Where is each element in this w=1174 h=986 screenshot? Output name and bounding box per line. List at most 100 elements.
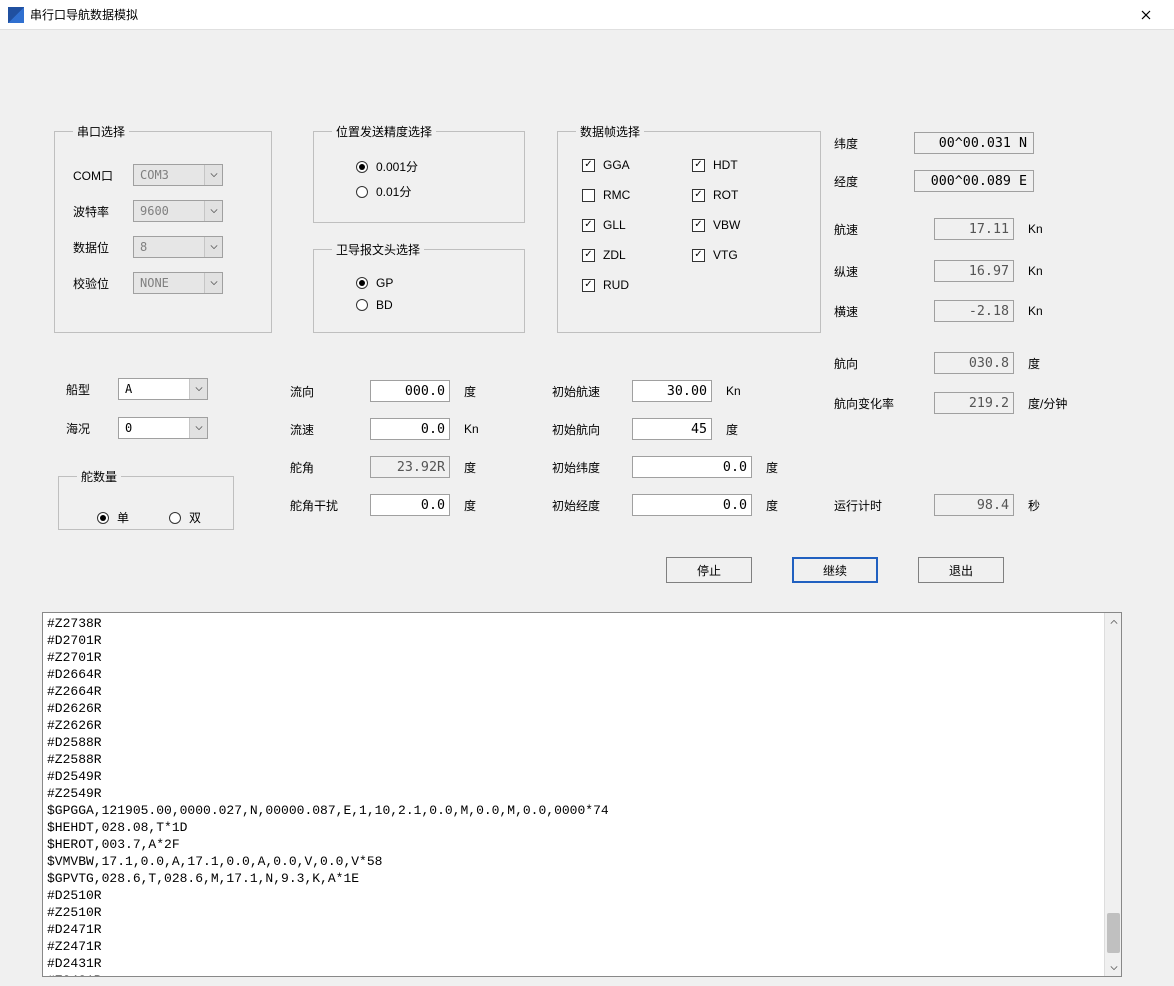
scroll-thumb[interactable] xyxy=(1107,913,1120,953)
scroll-down-icon[interactable] xyxy=(1105,959,1122,976)
shiptype-value: A xyxy=(125,382,132,396)
frame-rud[interactable]: RUD xyxy=(582,278,692,292)
initspd-unit: Kn xyxy=(726,384,766,398)
log-line[interactable]: $GPVTG,028.6,T,028.6,M,17.1,N,9.3,K,A*1E xyxy=(47,870,1117,887)
frame-rmc[interactable]: RMC xyxy=(582,188,692,202)
log-line[interactable]: #D2510R xyxy=(47,887,1117,904)
scroll-up-icon[interactable] xyxy=(1105,613,1122,630)
rudder-double[interactable]: 双 xyxy=(169,509,201,526)
radio-icon xyxy=(356,161,368,173)
checkbox-icon xyxy=(692,219,705,232)
radio-icon xyxy=(97,512,109,524)
hspd-display xyxy=(934,300,1014,322)
precision-opt1[interactable]: 0.001分 xyxy=(356,158,506,175)
resume-button[interactable]: 继续 xyxy=(792,557,878,583)
log-line[interactable]: #Z2738R xyxy=(47,615,1117,632)
initlon-input[interactable] xyxy=(632,494,752,516)
log-line[interactable]: $HEHDT,028.08,T*1D xyxy=(47,819,1117,836)
frame-gll[interactable]: GLL xyxy=(582,218,692,232)
hdg-unit: 度 xyxy=(1028,355,1068,372)
parity-label: 校验位 xyxy=(73,275,133,292)
flowdir-input[interactable] xyxy=(370,380,450,402)
log-line[interactable]: #D2664R xyxy=(47,666,1117,683)
rudder-double-label: 双 xyxy=(189,509,201,526)
frame-gga[interactable]: GGA xyxy=(582,158,692,172)
initlat-input[interactable] xyxy=(632,456,752,478)
header-group: 卫导报文头选择 GP BD xyxy=(313,241,525,333)
radio-icon xyxy=(169,512,181,524)
sea-label: 海况 xyxy=(66,420,118,437)
log-line[interactable]: #Z2588R xyxy=(47,751,1117,768)
precision-legend: 位置发送精度选择 xyxy=(332,123,436,140)
log-line[interactable]: #Z2549R xyxy=(47,785,1117,802)
initlat-unit: 度 xyxy=(766,459,806,476)
inithdg-label: 初始航向 xyxy=(552,421,632,438)
precision-group: 位置发送精度选择 0.001分 0.01分 xyxy=(313,123,525,223)
inithdg-unit: 度 xyxy=(726,421,766,438)
log-line[interactable]: #Z2471R xyxy=(47,938,1117,955)
log-line[interactable]: $VMVBW,17.1,0.0,A,17.1,0.0,A,0.0,V,0.0,V… xyxy=(47,853,1117,870)
log-line[interactable]: #D2626R xyxy=(47,700,1117,717)
checkbox-icon xyxy=(582,249,595,262)
baud-label: 波特率 xyxy=(73,203,133,220)
sea-select[interactable]: 0 xyxy=(118,417,208,439)
lat-label: 纬度 xyxy=(834,135,914,152)
resume-button-label: 继续 xyxy=(823,562,847,579)
log-line[interactable]: #Z2626R xyxy=(47,717,1117,734)
chevron-down-icon xyxy=(204,273,222,293)
header-opt1[interactable]: GP xyxy=(356,276,506,290)
checkbox-icon xyxy=(582,159,595,172)
lon-display xyxy=(914,170,1034,192)
initlon-unit: 度 xyxy=(766,497,806,514)
scrollbar[interactable] xyxy=(1104,613,1121,976)
shiptype-label: 船型 xyxy=(66,381,118,398)
hspd-label: 横速 xyxy=(834,303,934,320)
shiptype-select[interactable]: A xyxy=(118,378,208,400)
log-line[interactable]: $GPGGA,121905.00,0000.027,N,00000.087,E,… xyxy=(47,802,1117,819)
frame-vtg[interactable]: VTG xyxy=(692,248,802,262)
com-select[interactable]: COM3 xyxy=(133,164,223,186)
frame-rot[interactable]: ROT xyxy=(692,188,802,202)
log-line[interactable]: #Z2701R xyxy=(47,649,1117,666)
ruddernoise-input[interactable] xyxy=(370,494,450,516)
flowspd-input[interactable] xyxy=(370,418,450,440)
log-line[interactable]: #Z2431R xyxy=(47,972,1117,977)
parity-select[interactable]: NONE xyxy=(133,272,223,294)
stop-button[interactable]: 停止 xyxy=(666,557,752,583)
log-line[interactable]: #D2471R xyxy=(47,921,1117,938)
rot-label: 航向变化率 xyxy=(834,395,934,412)
baud-select[interactable]: 9600 xyxy=(133,200,223,222)
rudder-single[interactable]: 单 xyxy=(97,509,129,526)
frame-zdl[interactable]: ZDL xyxy=(582,248,692,262)
frame-label: ROT xyxy=(713,188,738,202)
inithdg-input[interactable] xyxy=(632,418,712,440)
exit-button[interactable]: 退出 xyxy=(918,557,1004,583)
frame-hdt[interactable]: HDT xyxy=(692,158,802,172)
header-opt2-label: BD xyxy=(376,298,393,312)
rudder-single-label: 单 xyxy=(117,509,129,526)
frame-label: HDT xyxy=(713,158,738,172)
runtime-display xyxy=(934,494,1014,516)
close-button[interactable] xyxy=(1126,0,1166,30)
log-line[interactable]: #D2431R xyxy=(47,955,1117,972)
app-icon xyxy=(8,7,24,23)
log-line[interactable]: #D2549R xyxy=(47,768,1117,785)
com-value: COM3 xyxy=(140,168,169,182)
header-opt2[interactable]: BD xyxy=(356,298,506,312)
chevron-down-icon xyxy=(189,418,207,438)
initspd-input[interactable] xyxy=(632,380,712,402)
log-line[interactable]: #Z2664R xyxy=(47,683,1117,700)
window-title: 串行口导航数据模拟 xyxy=(30,6,1126,23)
hdg-display xyxy=(934,352,1014,374)
frame-vbw[interactable]: VBW xyxy=(692,218,802,232)
log-line[interactable]: #D2701R xyxy=(47,632,1117,649)
parity-value: NONE xyxy=(140,276,169,290)
log-listbox[interactable]: #Z2738R#D2701R#Z2701R#D2664R#Z2664R#D262… xyxy=(42,612,1122,977)
log-line[interactable]: #D2588R xyxy=(47,734,1117,751)
hdg-label: 航向 xyxy=(834,355,934,372)
log-line[interactable]: #Z2510R xyxy=(47,904,1117,921)
log-line[interactable]: $HEROT,003.7,A*2F xyxy=(47,836,1117,853)
databits-select[interactable]: 8 xyxy=(133,236,223,258)
precision-opt2[interactable]: 0.01分 xyxy=(356,183,506,200)
frame-label: VTG xyxy=(713,248,738,262)
